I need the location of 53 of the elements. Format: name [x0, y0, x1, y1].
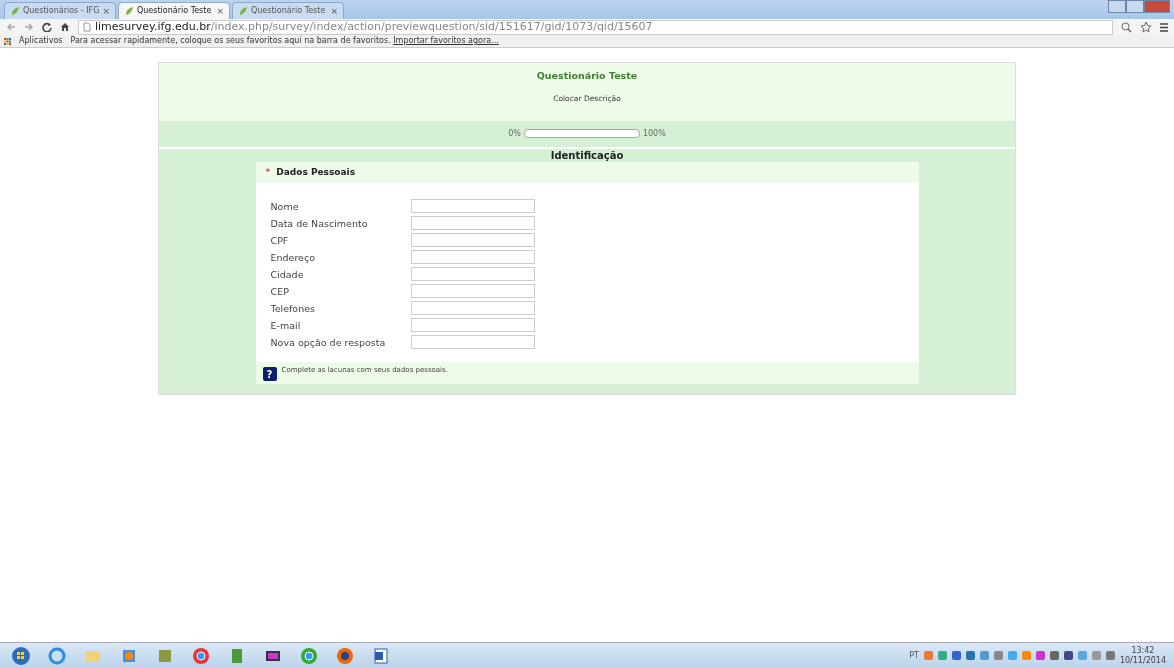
- leaf-icon: [238, 6, 248, 16]
- field-label: Endereço: [270, 251, 316, 265]
- leaf-icon: [124, 6, 134, 16]
- close-tab-button[interactable]: ×: [330, 6, 338, 16]
- page-icon: [83, 22, 91, 32]
- address-field[interactable]: limesurvey.ifg.edu.br/index.php/survey/index/action/previewquestion/sid/151617/gid/1073/qid/15607: [78, 19, 1113, 35]
- input-field[interactable]: [410, 250, 535, 264]
- back-icon[interactable]: [6, 22, 16, 32]
- tab-title: Questionários - IFG: [23, 5, 100, 17]
- forward-icon[interactable]: [24, 22, 34, 32]
- field-label: Telefones: [270, 302, 316, 316]
- input-field[interactable]: [410, 318, 535, 332]
- close-tab-button[interactable]: ×: [102, 6, 110, 16]
- reload-icon[interactable]: [42, 22, 52, 32]
- input-field[interactable]: [410, 335, 535, 349]
- input-field[interactable]: [410, 301, 535, 315]
- menu-icon[interactable]: [1160, 22, 1168, 32]
- required-mark: *: [265, 165, 271, 179]
- close-button[interactable]: [1144, 0, 1170, 13]
- browser-tab[interactable]: Questionário Teste ×: [118, 2, 230, 19]
- browser-tab[interactable]: Questionário Teste ×: [232, 2, 344, 19]
- field-label: Cidade: [270, 268, 305, 282]
- progress-start-label: 0%: [508, 127, 521, 140]
- language-indicator[interactable]: PT: [909, 649, 919, 662]
- home-icon[interactable]: [60, 22, 70, 32]
- input-field[interactable]: [410, 233, 535, 247]
- progress-end-label: 100%: [642, 127, 666, 140]
- browser-tab[interactable]: Questionários - IFG ×: [4, 2, 116, 19]
- input-field[interactable]: [410, 267, 535, 281]
- leaf-icon: [10, 6, 20, 16]
- star-icon[interactable]: [1140, 21, 1152, 33]
- field-label: CEP: [270, 285, 290, 299]
- field-label: CPF: [270, 234, 290, 248]
- input-field[interactable]: [410, 216, 535, 230]
- group-title: Identificação: [549, 148, 625, 162]
- input-field[interactable]: [410, 284, 535, 298]
- import-bookmarks-link[interactable]: Importar favoritos agora...: [393, 36, 499, 45]
- bookmarks-hint: Para acessar rapidamente, coloque os seus favoritos aqui na barra de favoritos. Importar favoritos agora...: [70, 35, 499, 47]
- question-title: Dados Pessoais: [276, 165, 355, 179]
- close-tab-button[interactable]: ×: [216, 6, 224, 16]
- field-label: Nova opção de resposta: [270, 336, 387, 350]
- field-label: Data de Nascimento: [270, 217, 369, 231]
- field-label: Nome: [270, 200, 300, 214]
- help-icon: ?: [262, 367, 277, 381]
- field-label: E-mail: [270, 319, 302, 333]
- tab-title: Questionário Teste: [251, 5, 327, 17]
- apps-link[interactable]: Aplicativos: [19, 35, 63, 47]
- survey-title: Questionário Teste: [535, 69, 639, 83]
- input-field[interactable]: [410, 199, 535, 213]
- zoom-icon[interactable]: [1121, 21, 1132, 33]
- clock[interactable]: 13:42 10/11/2014: [1119, 645, 1166, 666]
- tab-title: Questionário Teste: [137, 5, 213, 17]
- apps-grid-icon[interactable]: [4, 37, 11, 45]
